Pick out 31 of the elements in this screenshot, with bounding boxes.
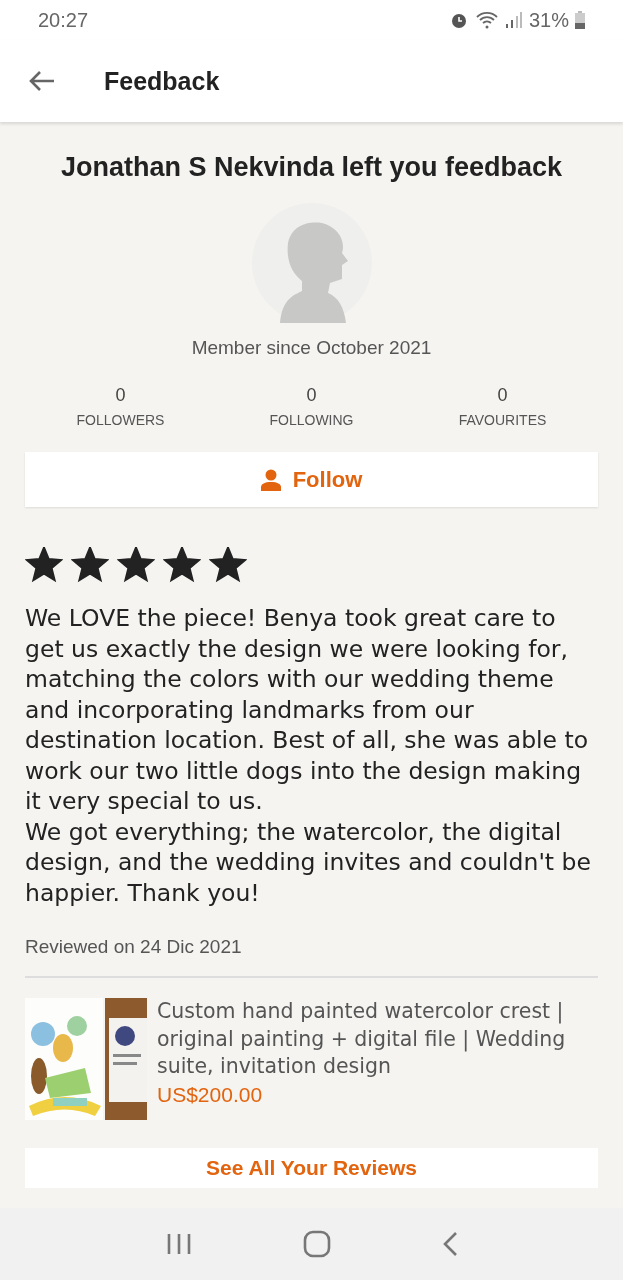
review-date: Reviewed on 24 Dic 2021 [25,936,598,978]
star-icon [209,547,247,583]
follow-button[interactable]: Follow [25,452,598,507]
recent-apps-button[interactable] [165,1232,192,1256]
feedback-heading: Jonathan S Nekvinda left you feedback [59,152,564,183]
back-button[interactable] [28,69,56,93]
battery-icon [575,11,585,29]
battery-percent: 31% [528,8,569,32]
star-icon [117,547,155,583]
stat-label: FAVOURITES [457,412,548,428]
home-button[interactable] [302,1230,331,1258]
status-time: 20:27 [38,8,89,32]
stat-count: 0 [496,385,509,406]
back-nav-button[interactable] [441,1231,458,1257]
star-icon [25,547,63,583]
see-all-reviews-button[interactable]: See All Your Reviews [25,1148,598,1188]
member-since: Member since October 2021 [190,337,433,359]
stat-label: FOLLOWING [268,412,355,428]
signal-icon [504,11,523,29]
stat-count: 0 [305,385,318,406]
avatar-icon [251,203,372,323]
review-text: We LOVE the piece! Benya took great care to get us exactly the design we were looking for, matching the colors with our wedding theme and incorporating landmarks from our destination location. Best of all, she was able to work our two little dogs into the design making it very special to us. We got everything; the watercolor, the digital design, and the wedding invites and couldn't be happier. Thank you! [25,603,592,908]
stat-count: 0 [114,385,127,406]
page-title: Feedback [104,66,220,96]
star-icon [163,547,201,583]
item-price: US$200.00 [157,1082,264,1107]
item-title[interactable]: Custom hand painted watercolor crest | original painting + digital file | Wedding suite, invitation design [157,998,598,1081]
wifi-icon [474,10,499,30]
stat-label: FOLLOWERS [75,412,166,428]
person-icon [260,468,281,491]
star-icon [71,547,109,583]
